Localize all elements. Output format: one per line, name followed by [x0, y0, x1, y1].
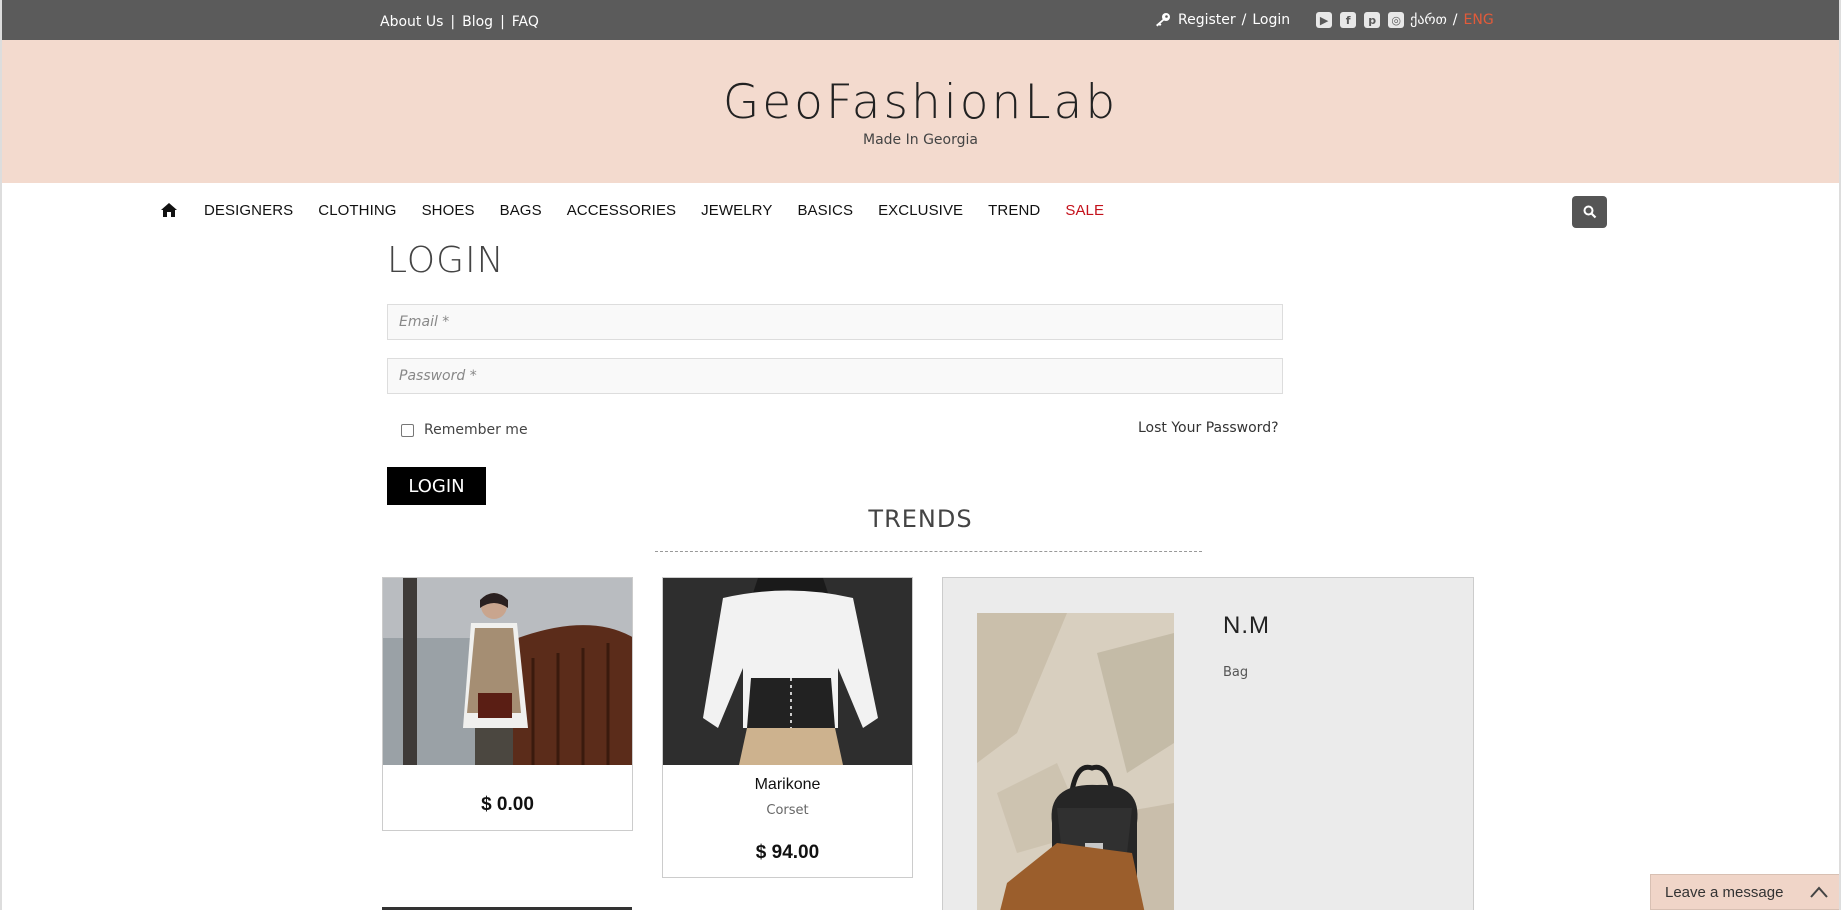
featured-name[interactable]: N.M — [1223, 612, 1270, 640]
top-right: Register / Login ▶ f p ◎ ქართ / ENG — [1154, 12, 1494, 28]
featured-type: Bag — [1223, 665, 1249, 680]
register-link[interactable]: Register — [1178, 12, 1236, 28]
product-card[interactable]: $ 0.00 — [382, 577, 633, 831]
tagline: Made In Georgia — [863, 132, 978, 148]
product-price: $ 0.00 — [481, 794, 534, 815]
leave-message-label: Leave a message — [1665, 883, 1784, 901]
main-nav: DESIGNERS CLOTHING SHOES BAGS ACCESSORIE… — [160, 201, 1129, 219]
login-title: LOGIN — [387, 240, 505, 281]
blog-link[interactable]: Blog — [462, 14, 493, 30]
nav-exclusive[interactable]: EXCLUSIVE — [878, 202, 963, 219]
nav-jewelry[interactable]: JEWELRY — [701, 202, 772, 219]
facebook-icon[interactable]: f — [1340, 12, 1357, 28]
product-image[interactable] — [663, 578, 912, 765]
leave-message-button[interactable]: Leave a message — [1650, 874, 1839, 910]
brand-logo[interactable]: GeoFashionLab — [2, 75, 1839, 130]
nav-bags[interactable]: BAGS — [500, 202, 542, 219]
nav-designers[interactable]: DESIGNERS — [204, 202, 293, 219]
faq-link[interactable]: FAQ — [512, 14, 539, 30]
featured-image[interactable] — [977, 613, 1174, 910]
product-name[interactable]: Marikone — [663, 776, 912, 794]
search-icon — [1583, 205, 1596, 219]
email-field[interactable] — [387, 304, 1283, 340]
lang-separator: / — [1452, 12, 1458, 28]
home-icon[interactable] — [160, 201, 178, 219]
top-bar: About Us | Blog | FAQ Register / Login ▶… — [2, 0, 1839, 40]
nav-basics[interactable]: BASICS — [797, 202, 853, 219]
about-us-link[interactable]: About Us — [380, 14, 443, 30]
instagram-icon[interactable]: ◎ — [1388, 12, 1405, 28]
login-link[interactable]: Login — [1252, 12, 1290, 28]
divider — [655, 551, 1202, 552]
product-image[interactable] — [383, 578, 632, 765]
page: About Us | Blog | FAQ Register / Login ▶… — [0, 0, 1841, 910]
youtube-icon[interactable]: ▶ — [1316, 12, 1333, 28]
nav-shoes[interactable]: SHOES — [422, 202, 475, 219]
top-links: About Us | Blog | FAQ — [380, 14, 539, 30]
key-icon — [1156, 13, 1170, 27]
nav-trend[interactable]: TREND — [988, 202, 1040, 219]
auth-separator: / — [1241, 12, 1247, 28]
lang-english[interactable]: ENG — [1464, 12, 1494, 28]
product-type: Corset — [766, 803, 809, 818]
remember-label: Remember me — [424, 422, 528, 438]
nav-clothing[interactable]: CLOTHING — [318, 202, 396, 219]
featured-product[interactable]: N.M Bag — [942, 577, 1474, 910]
password-field[interactable] — [387, 358, 1283, 394]
site-header: GeoFashionLab Made In Georgia — [2, 40, 1839, 183]
lang-georgian[interactable]: ქართ — [1410, 12, 1447, 28]
chevron-up-icon — [1810, 886, 1828, 898]
nav-accessories[interactable]: ACCESSORIES — [567, 202, 676, 219]
nav-sale[interactable]: SALE — [1065, 202, 1104, 219]
lost-password-link[interactable]: Lost Your Password? — [1138, 420, 1279, 436]
login-button[interactable]: LOGIN — [387, 467, 486, 505]
product-price: $ 94.00 — [755, 842, 820, 863]
separator: | — [450, 14, 456, 30]
remember-checkbox[interactable] — [401, 423, 414, 437]
search-button[interactable] — [1572, 196, 1607, 228]
trends-title: TRENDS — [868, 505, 973, 533]
pinterest-icon[interactable]: p — [1364, 12, 1381, 28]
product-card[interactable]: Marikone Corset $ 94.00 — [662, 577, 913, 878]
remember-me[interactable]: Remember me — [401, 422, 528, 438]
separator: | — [500, 14, 505, 30]
